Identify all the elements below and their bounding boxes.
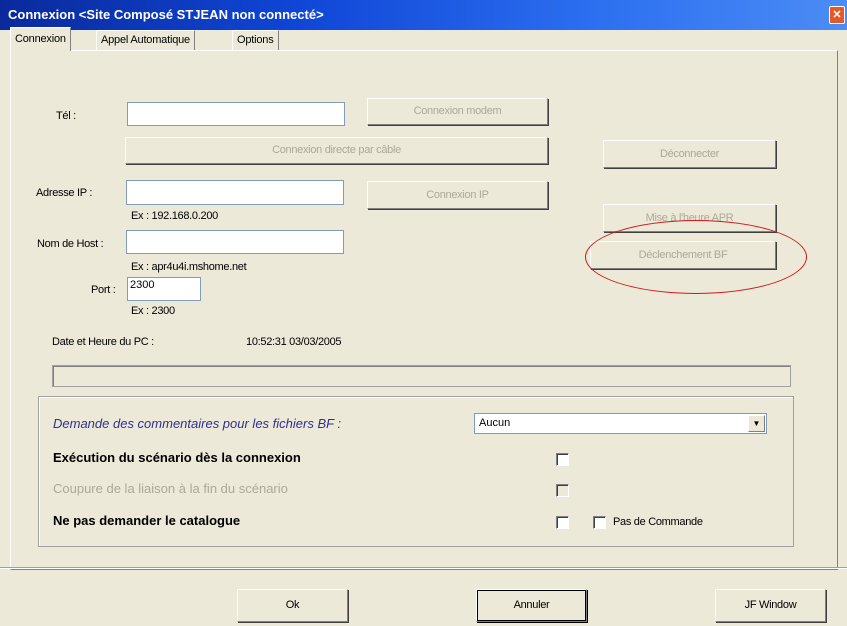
jf-window-button[interactable]: JF Window	[715, 589, 826, 622]
pas-de-commande-label: Pas de Commande	[613, 516, 703, 528]
mise-a-l-heure-button[interactable]: Mise à l'heure APR	[603, 204, 776, 232]
scenario-checkbox[interactable]	[556, 453, 569, 466]
ip-input[interactable]	[126, 180, 344, 205]
host-input[interactable]	[126, 230, 344, 254]
connexion-ip-button[interactable]: Connexion IP	[367, 181, 548, 209]
coupure-label: Coupure de la liaison à la fin du scénar…	[53, 481, 288, 496]
tab-appel-automatique[interactable]: Appel Automatique	[96, 30, 195, 50]
annuler-button[interactable]: Annuler	[476, 589, 587, 622]
declenchement-bf-button[interactable]: Déclenchement BF	[590, 241, 776, 269]
host-label: Nom de Host :	[37, 238, 104, 250]
comments-select[interactable]: Aucun ▼	[474, 413, 767, 434]
port-label: Port :	[91, 284, 116, 296]
catalogue-checkbox[interactable]	[556, 516, 569, 529]
catalogue-label: Ne pas demander le catalogue	[53, 513, 241, 528]
footer-separator	[0, 567, 847, 569]
tab-connexion[interactable]: Connexion	[10, 27, 71, 51]
tel-label: Tél :	[56, 110, 76, 122]
title-bar: Connexion <Site Composé STJEAN non conne…	[0, 0, 847, 30]
comments-label: Demande des commentaires pour les fichie…	[53, 416, 342, 431]
close-icon[interactable]: ✕	[829, 6, 845, 24]
date-value: 10:52:31 03/03/2005	[246, 336, 342, 348]
port-input[interactable]: 2300	[127, 277, 201, 301]
progress-bar	[52, 365, 791, 387]
deconnecter-button[interactable]: Déconnecter	[603, 140, 776, 168]
coupure-checkbox[interactable]	[556, 484, 569, 497]
date-label: Date et Heure du PC :	[52, 336, 154, 348]
port-hint: Ex : 2300	[131, 305, 175, 317]
ok-button[interactable]: Ok	[237, 589, 348, 622]
host-hint: Ex : apr4u4i.mshome.net	[131, 261, 247, 273]
window-title: Connexion <Site Composé STJEAN non conne…	[8, 7, 324, 22]
tab-options[interactable]: Options	[232, 30, 279, 50]
connexion-cable-button[interactable]: Connexion directe par câble	[125, 137, 548, 164]
ip-hint: Ex : 192.168.0.200	[131, 210, 218, 222]
pas-de-commande-checkbox[interactable]	[593, 516, 606, 529]
chevron-down-icon[interactable]: ▼	[748, 415, 765, 432]
tel-input[interactable]	[127, 102, 345, 126]
ip-label: Adresse IP :	[36, 187, 93, 199]
scenario-label: Exécution du scénario dès la connexion	[53, 450, 301, 465]
connexion-modem-button[interactable]: Connexion modem	[367, 98, 548, 125]
